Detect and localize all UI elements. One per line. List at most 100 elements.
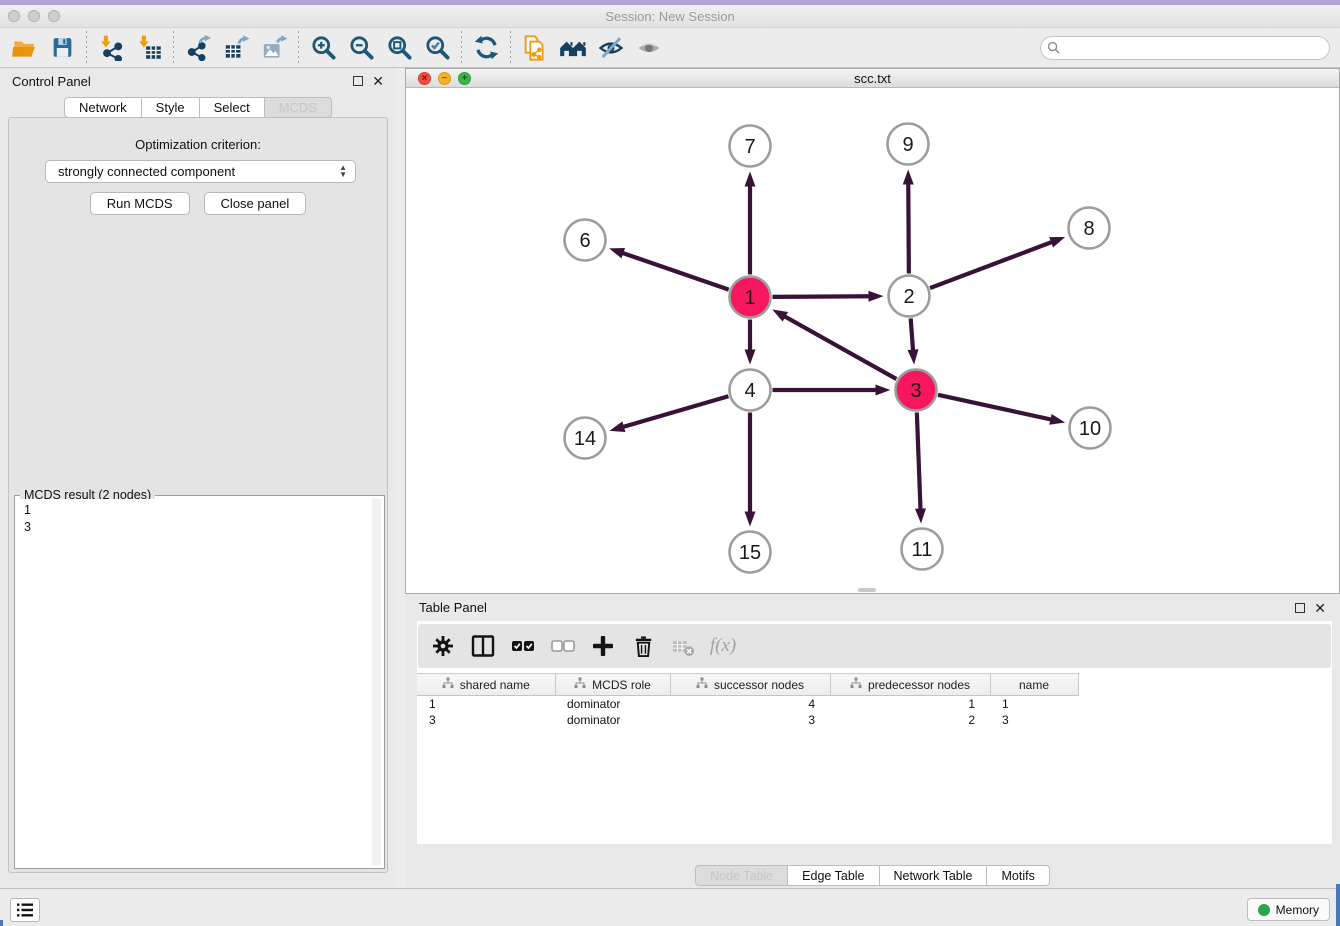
table-settings-button[interactable] bbox=[430, 633, 456, 659]
table-cell[interactable]: 3 bbox=[670, 712, 830, 728]
tab-node-table[interactable]: Node Table bbox=[695, 865, 788, 886]
add-column-button[interactable] bbox=[590, 633, 616, 659]
zoom-selected-button[interactable] bbox=[418, 31, 456, 65]
close-panel-icon[interactable]: ✕ bbox=[372, 76, 384, 86]
tab-select[interactable]: Select bbox=[199, 97, 265, 118]
new-network-from-selection-button[interactable] bbox=[516, 31, 554, 65]
result-scrollbar[interactable] bbox=[372, 499, 381, 865]
table-cell[interactable]: 1 bbox=[990, 696, 1078, 712]
float-panel-icon[interactable] bbox=[1295, 603, 1305, 613]
table-row[interactable]: 1dominator411 bbox=[417, 696, 1078, 712]
memory-button[interactable]: Memory bbox=[1247, 898, 1330, 921]
app-titlebar: Session: New Session bbox=[0, 5, 1340, 28]
graph-node-15[interactable]: 15 bbox=[730, 532, 771, 573]
graph-node-10[interactable]: 10 bbox=[1070, 408, 1111, 449]
refresh-layout-button[interactable] bbox=[467, 31, 505, 65]
edge-arrowhead bbox=[1049, 414, 1065, 425]
edge-3-10[interactable] bbox=[938, 395, 1053, 420]
zoom-fit-button[interactable] bbox=[380, 31, 418, 65]
column-header-successor-nodes[interactable]: successor nodes bbox=[670, 674, 830, 696]
table-cell[interactable]: 2 bbox=[830, 712, 990, 728]
column-header-shared-name[interactable]: shared name bbox=[417, 674, 555, 696]
table-cell[interactable]: dominator bbox=[555, 696, 670, 712]
graph-node-1[interactable]: 1 bbox=[730, 277, 771, 318]
save-session-button[interactable] bbox=[43, 31, 81, 65]
columns-icon bbox=[471, 634, 495, 658]
mcds-result-text[interactable]: 13 bbox=[18, 499, 381, 865]
export-network-button[interactable] bbox=[179, 31, 217, 65]
tab-mcds[interactable]: MCDS bbox=[264, 97, 332, 118]
edge-1-6[interactable] bbox=[620, 252, 728, 289]
select-all-columns-button[interactable] bbox=[510, 633, 536, 659]
table-cell[interactable]: 3 bbox=[417, 712, 555, 728]
tab-style[interactable]: Style bbox=[141, 97, 200, 118]
column-header-name[interactable]: name bbox=[990, 674, 1078, 696]
column-header-MCDS-role[interactable]: MCDS role bbox=[555, 674, 670, 696]
trash-icon bbox=[632, 635, 655, 658]
graph-node-4[interactable]: 4 bbox=[730, 370, 771, 411]
network-maximize-button[interactable]: + bbox=[458, 72, 471, 85]
edge-1-2[interactable] bbox=[772, 296, 871, 297]
zoom-out-button[interactable] bbox=[342, 31, 380, 65]
table-body: 1dominator4113dominator323 bbox=[417, 696, 1078, 728]
close-panel-icon[interactable]: ✕ bbox=[1314, 603, 1326, 613]
import-table-button[interactable] bbox=[130, 31, 168, 65]
close-panel-button[interactable]: Close panel bbox=[204, 192, 307, 215]
table-cell[interactable]: 1 bbox=[417, 696, 555, 712]
graph-node-3[interactable]: 3 bbox=[896, 370, 937, 411]
run-mcds-button[interactable]: Run MCDS bbox=[90, 192, 190, 215]
table-cell[interactable]: 4 bbox=[670, 696, 830, 712]
graph-node-6[interactable]: 6 bbox=[565, 220, 606, 261]
window-title: Session: New Session bbox=[0, 9, 1340, 24]
deselect-all-columns-button[interactable] bbox=[550, 633, 576, 659]
open-session-button[interactable] bbox=[5, 31, 43, 65]
result-line: 1 bbox=[24, 502, 375, 519]
zoom-in-button[interactable] bbox=[304, 31, 342, 65]
graph-node-2[interactable]: 2 bbox=[889, 276, 930, 317]
table-cell[interactable]: dominator bbox=[555, 712, 670, 728]
graph-node-14[interactable]: 14 bbox=[565, 418, 606, 459]
network-close-button[interactable]: × bbox=[418, 72, 431, 85]
export-image-button[interactable] bbox=[255, 31, 293, 65]
edge-2-9[interactable] bbox=[908, 181, 909, 273]
show-all-button[interactable] bbox=[630, 31, 668, 65]
desktop-background-corner bbox=[0, 920, 3, 926]
toggle-columns-button[interactable] bbox=[470, 633, 496, 659]
tab-network[interactable]: Network bbox=[64, 97, 142, 118]
edge-4-14[interactable] bbox=[621, 396, 728, 427]
edge-3-1[interactable] bbox=[783, 315, 897, 379]
graph-node-11[interactable]: 11 bbox=[902, 529, 943, 570]
edge-2-3[interactable] bbox=[911, 318, 914, 352]
network-minimize-button[interactable]: − bbox=[438, 72, 451, 85]
network-view-title: scc.txt bbox=[406, 71, 1339, 86]
network-hscrollbar-thumb[interactable] bbox=[858, 588, 876, 592]
graph-node-8[interactable]: 8 bbox=[1069, 208, 1110, 249]
tab-motifs[interactable]: Motifs bbox=[986, 865, 1049, 886]
node-label: 11 bbox=[912, 539, 933, 561]
delete-table-button[interactable] bbox=[670, 633, 696, 659]
graph-node-9[interactable]: 9 bbox=[888, 124, 929, 165]
network-canvas[interactable]: 7 9 6 8 1 2 4 3 14 10 15 11 bbox=[406, 88, 1339, 593]
tab-edge-table[interactable]: Edge Table bbox=[787, 865, 879, 886]
table-cell[interactable]: 3 bbox=[990, 712, 1078, 728]
column-header-predecessor-nodes[interactable]: predecessor nodes bbox=[830, 674, 990, 696]
table-row[interactable]: 3dominator323 bbox=[417, 712, 1078, 728]
tab-network-table[interactable]: Network Table bbox=[879, 865, 988, 886]
import-network-button[interactable] bbox=[92, 31, 130, 65]
hide-selected-button[interactable] bbox=[592, 31, 630, 65]
edge-3-11[interactable] bbox=[917, 412, 921, 511]
node-label: 4 bbox=[744, 380, 755, 402]
first-neighbors-button[interactable] bbox=[554, 31, 592, 65]
search-input[interactable] bbox=[1040, 36, 1330, 60]
function-builder-button[interactable]: f(x) bbox=[710, 633, 736, 659]
optimization-criterion-select[interactable]: strongly connected component ▲▼ bbox=[45, 160, 356, 183]
edge-2-8[interactable] bbox=[930, 241, 1054, 288]
gear-icon bbox=[432, 635, 454, 657]
table-cell[interactable]: 1 bbox=[830, 696, 990, 712]
delete-columns-button[interactable] bbox=[630, 633, 656, 659]
export-table-button[interactable] bbox=[217, 31, 255, 65]
column-header-label: successor nodes bbox=[714, 678, 804, 692]
float-panel-icon[interactable] bbox=[353, 76, 363, 86]
graph-node-7[interactable]: 7 bbox=[730, 126, 771, 167]
task-history-button[interactable] bbox=[10, 898, 40, 922]
